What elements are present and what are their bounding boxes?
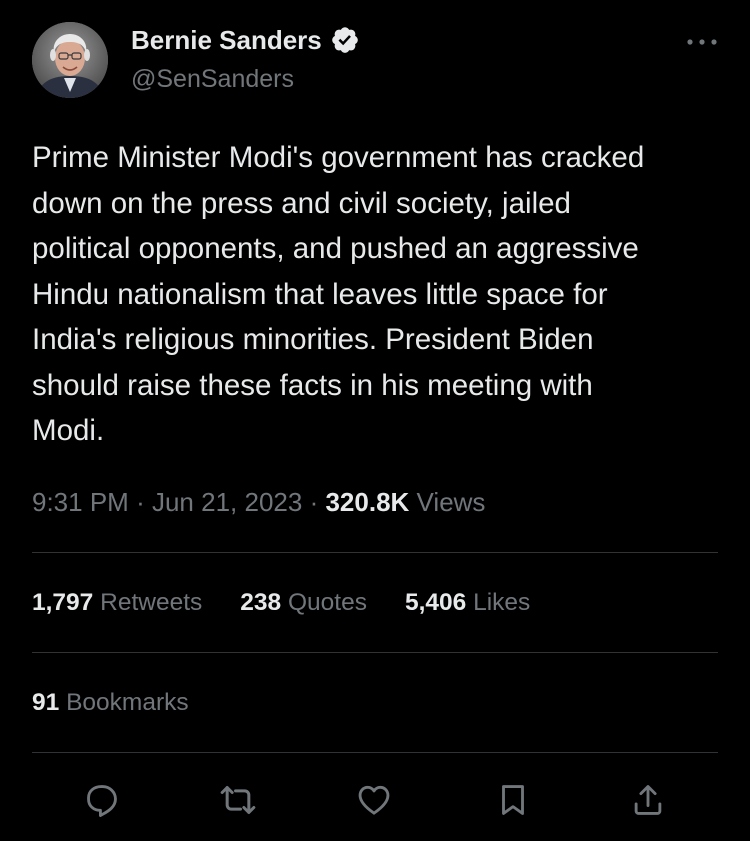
author-name-row[interactable]: Bernie Sanders	[131, 24, 360, 56]
reply-button[interactable]	[80, 778, 124, 822]
retweets-count: 1,797	[32, 589, 94, 616]
divider	[32, 652, 718, 653]
quotes-count: 238	[240, 589, 282, 616]
author-display-name[interactable]: Bernie Sanders	[131, 24, 322, 56]
likes-label: Likes	[473, 589, 531, 616]
share-button[interactable]	[626, 778, 670, 822]
tweet-time[interactable]: 9:31 PM	[32, 487, 129, 517]
avatar[interactable]	[32, 22, 108, 98]
retweets-stat[interactable]: 1,797 Retweets	[32, 586, 202, 620]
bookmark-icon	[494, 781, 532, 819]
author-handle[interactable]: @SenSanders	[131, 64, 294, 94]
reply-icon	[83, 781, 121, 819]
tweet-text: Prime Minister Modi's government has cra…	[32, 141, 645, 447]
likes-stat[interactable]: 5,406 Likes	[405, 586, 530, 620]
like-button[interactable]	[352, 778, 396, 822]
likes-count: 5,406	[404, 589, 467, 616]
quotes-label: Quotes	[287, 589, 367, 616]
retweet-button[interactable]	[216, 778, 260, 822]
share-icon	[629, 781, 667, 819]
bookmarks-stat[interactable]: 91 Bookmarks	[32, 686, 189, 720]
bookmarks-label: Bookmarks	[66, 689, 189, 716]
more-horizontal-icon[interactable]	[684, 30, 720, 54]
meta-separator: ·	[136, 487, 145, 517]
divider	[32, 552, 718, 553]
heart-icon	[355, 781, 393, 819]
quotes-stat[interactable]: 238 Quotes	[240, 586, 367, 620]
tweet-date[interactable]: Jun 21, 2023	[152, 487, 302, 517]
divider	[32, 752, 718, 753]
bookmarks-count: 91	[32, 689, 60, 716]
tweet-detail: Bernie Sanders @SenSanders Prime Ministe…	[0, 0, 750, 841]
retweet-icon	[218, 780, 258, 820]
tweet-action-bar	[0, 778, 750, 822]
engagement-stats: 1,797 Retweets 238 Quotes 5,406 Likes	[32, 586, 530, 620]
tweet-meta: 9:31 PM · Jun 21, 2023 · 320.8K Views	[32, 485, 485, 519]
meta-separator: ·	[309, 487, 319, 517]
avatar-photo	[32, 22, 108, 98]
retweets-label: Retweets	[100, 589, 203, 616]
bookmark-button[interactable]	[491, 778, 535, 822]
views-label: Views	[416, 487, 486, 517]
verified-badge-icon[interactable]	[330, 25, 360, 55]
views-count: 320.8K	[325, 487, 410, 517]
